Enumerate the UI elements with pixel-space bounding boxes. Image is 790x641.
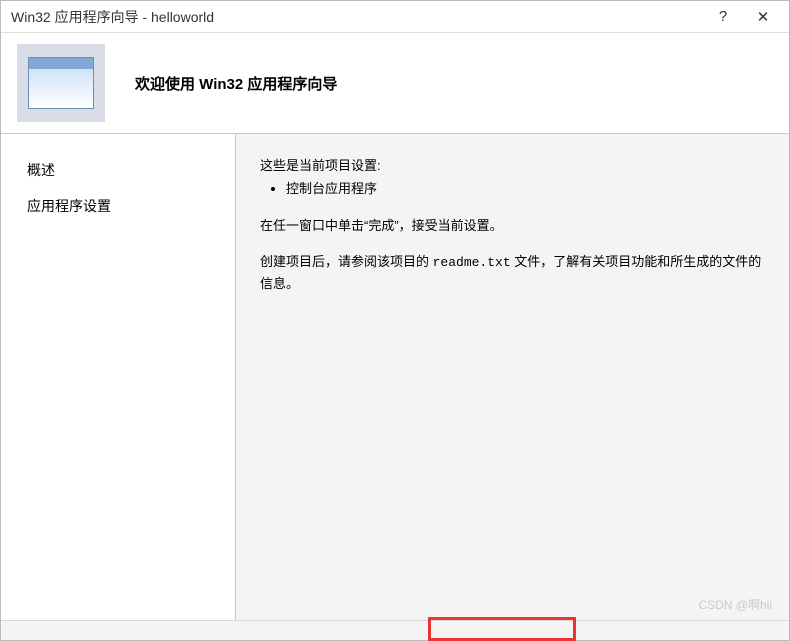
settings-intro-line: 这些是当前项目设置: <box>260 156 769 176</box>
titlebar-controls: ? ✕ <box>713 8 781 26</box>
sidebar: 概述 应用程序设置 <box>1 134 236 620</box>
readme-prefix: 创建项目后，请参阅该项目的 <box>260 254 433 269</box>
settings-list-item: 控制台应用程序 <box>286 178 769 200</box>
close-button[interactable]: ✕ <box>753 8 773 26</box>
window-title: Win32 应用程序向导 - helloworld <box>11 7 713 27</box>
readme-filename: readme.txt <box>433 255 511 270</box>
wizard-window: Win32 应用程序向导 - helloworld ? ✕ 欢迎使用 Win32… <box>0 0 790 641</box>
body-area: 概述 应用程序设置 这些是当前项目设置: 控制台应用程序 在任一窗口中单击“完成… <box>1 134 789 620</box>
settings-intro-block: 这些是当前项目设置: 控制台应用程序 <box>260 156 769 200</box>
finish-instruction: 在任一窗口中单击“完成”，接受当前设置。 <box>260 216 769 236</box>
sidebar-item-label: 概述 <box>27 162 55 178</box>
banner-heading: 欢迎使用 Win32 应用程序向导 <box>135 73 337 94</box>
watermark: CSDN @啊hii <box>698 596 772 613</box>
highlight-box <box>428 617 576 641</box>
sidebar-item-app-settings[interactable]: 应用程序设置 <box>27 192 215 220</box>
titlebar: Win32 应用程序向导 - helloworld ? ✕ <box>1 1 789 33</box>
content-panel: 这些是当前项目设置: 控制台应用程序 在任一窗口中单击“完成”，接受当前设置。 … <box>236 134 789 620</box>
header-banner: 欢迎使用 Win32 应用程序向导 <box>1 33 789 133</box>
readme-instruction: 创建项目后，请参阅该项目的 readme.txt 文件，了解有关项目功能和所生成… <box>260 252 769 293</box>
window-icon <box>28 57 94 109</box>
help-button[interactable]: ? <box>713 8 733 25</box>
sidebar-item-overview[interactable]: 概述 <box>27 156 215 184</box>
footer-bar <box>1 620 789 640</box>
wizard-icon <box>17 44 105 122</box>
sidebar-item-label: 应用程序设置 <box>27 198 111 214</box>
settings-list: 控制台应用程序 <box>260 178 769 200</box>
